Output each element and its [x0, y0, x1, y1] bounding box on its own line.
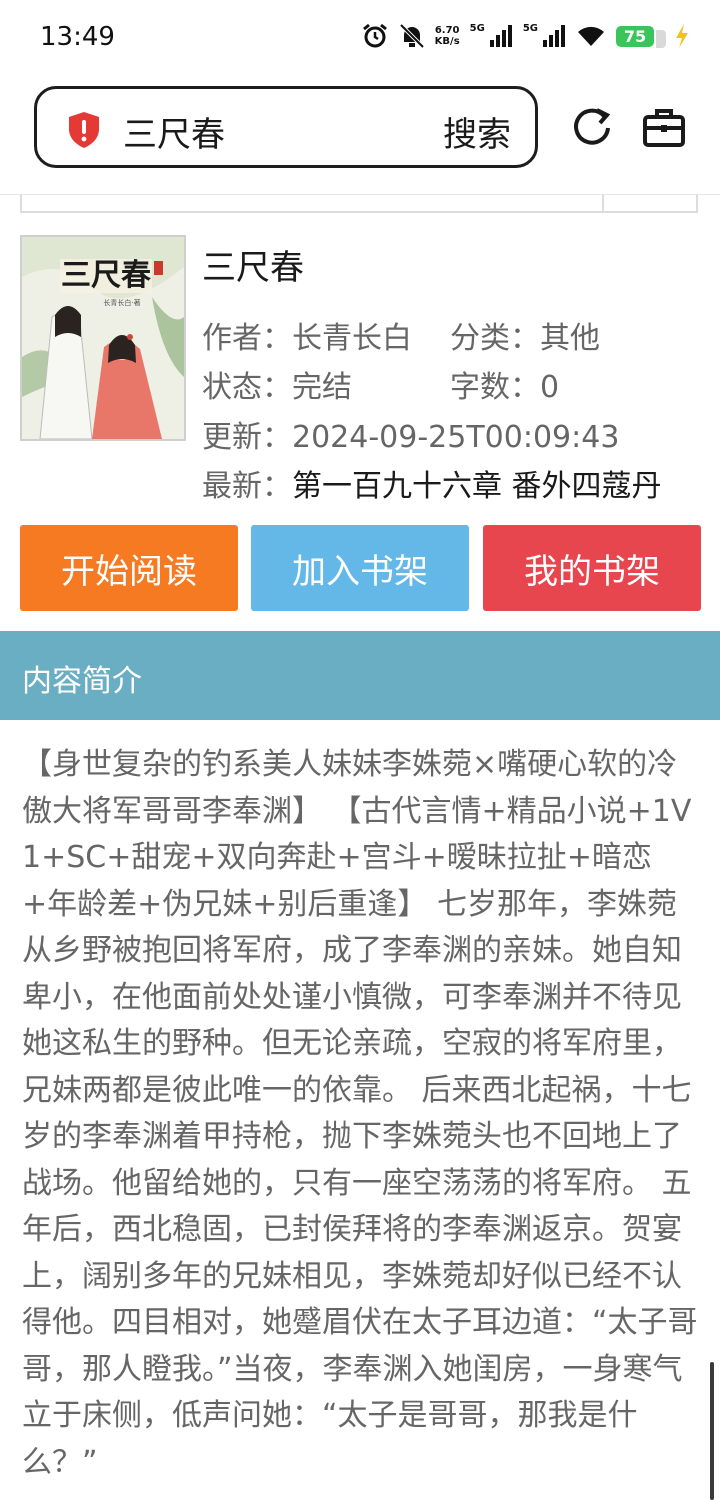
- wifi-icon: [576, 24, 606, 48]
- net-speed: 6.70 KB/s: [435, 25, 460, 47]
- status-value: 完结: [292, 370, 352, 405]
- intro-title: 内容简介: [22, 664, 142, 699]
- category-label: 分类：: [450, 321, 540, 356]
- latest-label: 最新：: [202, 469, 292, 504]
- net-speed-unit: KB/s: [434, 36, 460, 47]
- author-row: 作者：长青长白: [202, 313, 412, 357]
- author-value[interactable]: 长青长白: [292, 321, 412, 356]
- search-bar[interactable]: 三尺春 搜索: [34, 86, 538, 168]
- net-speed-value: 6.70: [434, 25, 460, 36]
- cover-author: 长青长白·著: [103, 298, 140, 307]
- scrollbar-thumb[interactable]: [710, 1362, 714, 1500]
- word-count-label: 字数：: [450, 370, 540, 405]
- search-button[interactable]: 搜索: [443, 107, 511, 156]
- author-label: 作者：: [202, 321, 292, 356]
- cover-title: 三尺春: [61, 258, 151, 293]
- battery-indicator: 75: [616, 25, 666, 48]
- signal-icon: [489, 25, 513, 47]
- nav-box-partial: [20, 195, 698, 213]
- charging-icon: [674, 24, 690, 48]
- toolbox-icon[interactable]: [642, 106, 686, 154]
- alarm-icon: [361, 22, 389, 50]
- latest-chapter-link[interactable]: 第一百九十六章 番外四蔻丹: [292, 469, 662, 504]
- status-bar: 13:49 6.70 KB/s 5G 5G 75: [0, 0, 720, 76]
- category-row: 分类：其他: [450, 313, 600, 357]
- my-shelf-button[interactable]: 我的书架: [483, 525, 701, 611]
- intro-header: 内容简介: [0, 631, 720, 720]
- book-title: 三尺春: [202, 248, 304, 288]
- word-count-row: 字数：0: [450, 362, 559, 406]
- updated-label: 更新：: [202, 420, 292, 455]
- status-label: 状态：: [202, 370, 292, 405]
- updated-row: 更新：2024-09-25T00:09:43: [202, 412, 619, 456]
- category-value[interactable]: 其他: [540, 321, 600, 356]
- refresh-icon[interactable]: [570, 106, 614, 154]
- status-row: 状态：完结: [202, 362, 352, 406]
- updated-value: 2024-09-25T00:09:43: [292, 420, 620, 455]
- add-to-shelf-button[interactable]: 加入书架: [251, 525, 469, 611]
- word-count-value: 0: [540, 370, 560, 405]
- shield-alert-icon: [67, 111, 101, 153]
- status-time: 13:49: [40, 22, 115, 52]
- start-reading-button[interactable]: 开始阅读: [20, 525, 238, 611]
- signal-icon: [542, 25, 566, 47]
- book-cover[interactable]: 三尺春 长青长白·著: [20, 235, 186, 441]
- signal2-label: 5G: [522, 22, 538, 34]
- signal1-label: 5G: [469, 22, 485, 34]
- divider: [602, 195, 604, 211]
- mute-bell-icon: [399, 22, 425, 50]
- search-input[interactable]: 三尺春: [123, 107, 225, 156]
- latest-row: 最新：第一百九十六章 番外四蔻丹: [202, 461, 662, 505]
- intro-text: 【身世复杂的钓系美人妹妹李姝菀×嘴硬心软的冷傲大将军哥哥李奉渊】 【古代言情+精…: [22, 747, 698, 1480]
- status-icons: 6.70 KB/s 5G 5G 75: [361, 22, 690, 50]
